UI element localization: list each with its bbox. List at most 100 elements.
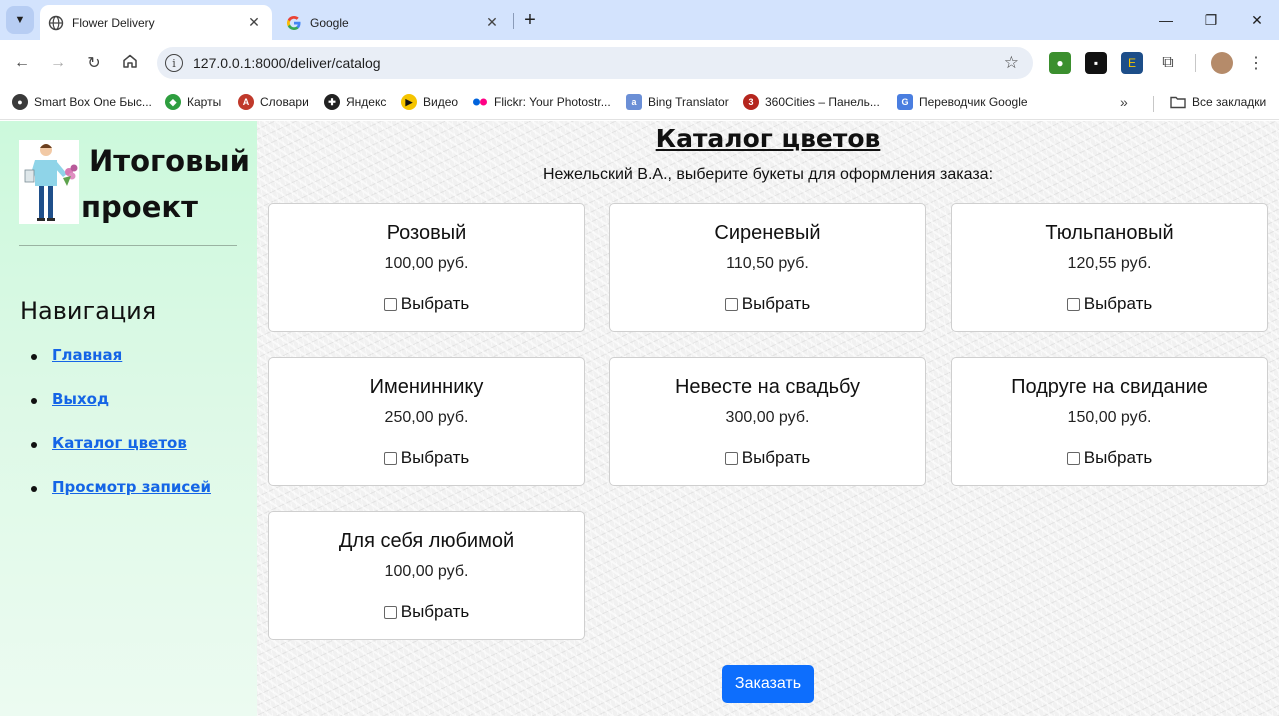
home-button[interactable] — [117, 50, 143, 76]
more-bookmarks-icon[interactable]: » — [1120, 94, 1128, 110]
new-tab-button[interactable]: + — [518, 8, 542, 32]
all-bookmarks[interactable]: Все закладки — [1170, 92, 1266, 112]
reload-button[interactable]: ↻ — [81, 50, 107, 76]
checkbox[interactable] — [724, 297, 738, 311]
bookmark-label: Переводчик Google — [919, 95, 1028, 109]
bookmark-label: Видео — [423, 95, 459, 109]
select-checkbox[interactable]: Выбрать — [269, 294, 584, 314]
select-checkbox[interactable]: Выбрать — [610, 294, 925, 314]
browser-toolbar: ← → ↻ i 127.0.0.1:8000/deliver/catalog ☆… — [0, 40, 1279, 86]
nav-link-catalog[interactable]: Каталог цветов — [52, 434, 187, 452]
sidebar: Итоговый проект Навигация Главная Выход … — [0, 121, 257, 716]
browser-tabstrip: ▼ Flower Delivery ✕ Google ✕ + — ❐ ✕ — [0, 0, 1279, 40]
nav-link-records[interactable]: Просмотр записей — [52, 478, 211, 496]
select-label: Выбрать — [741, 448, 811, 467]
select-checkbox[interactable]: Выбрать — [610, 448, 925, 468]
select-label: Выбрать — [400, 448, 470, 467]
yandex-icon: ✚ — [324, 94, 340, 110]
checkbox[interactable] — [1066, 297, 1080, 311]
bouquet-card: Невесте на свадьбу 300,00 руб. Выбрать — [609, 357, 926, 486]
dictionary-icon: A — [238, 94, 254, 110]
select-label: Выбрать — [1083, 448, 1153, 467]
restore-button[interactable]: ❐ — [1197, 8, 1225, 32]
site-info-icon[interactable]: i — [165, 54, 183, 72]
close-window-button[interactable]: ✕ — [1243, 8, 1271, 32]
bouquet-name: Подруге на свидание — [1011, 376, 1208, 398]
close-icon[interactable]: ✕ — [482, 13, 502, 33]
bookmark-item[interactable]: ● Smart Box One Быс... — [12, 92, 152, 112]
checkbox[interactable] — [1066, 451, 1080, 465]
bookmark-label: Яндекс — [346, 95, 387, 109]
select-label: Выбрать — [400, 602, 470, 621]
bouquet-name: Имениннику — [369, 376, 484, 398]
bookmark-item[interactable]: ◆ Карты — [165, 92, 221, 112]
tab-title: Google — [310, 15, 349, 30]
toolbar-divider — [1195, 54, 1196, 72]
back-button[interactable]: ← — [9, 50, 35, 76]
bookmark-item[interactable]: G Переводчик Google — [897, 92, 1028, 112]
puzzle-icon[interactable]: ⧉ — [1157, 52, 1179, 74]
checkbox[interactable] — [383, 605, 397, 619]
nav-link-logout[interactable]: Выход — [52, 390, 109, 408]
bouquet-card: Для себя любимой 100,00 руб. Выбрать — [268, 511, 585, 640]
bouquet-price: 250,00 руб. — [384, 409, 469, 426]
video-icon: ▶ — [401, 94, 417, 110]
minimize-button[interactable]: — — [1152, 8, 1180, 32]
bullet-icon — [31, 354, 37, 360]
order-button[interactable]: Заказать — [722, 665, 814, 703]
folder-icon — [1170, 95, 1186, 109]
bookmark-item[interactable]: A Словари — [238, 92, 309, 112]
nav-item: Главная — [31, 346, 211, 390]
courier-logo — [19, 140, 79, 224]
more-menu-icon[interactable]: ⋮ — [1245, 52, 1267, 74]
extension-icon[interactable]: E — [1121, 52, 1143, 74]
bookmarks-divider — [1153, 96, 1154, 112]
brand-line: проект — [81, 190, 198, 224]
smartbox-icon: ● — [12, 94, 28, 110]
plus-icon: + — [524, 8, 536, 31]
close-icon[interactable]: ✕ — [244, 13, 264, 33]
address-bar[interactable]: i 127.0.0.1:8000/deliver/catalog ☆ — [157, 47, 1033, 79]
select-checkbox[interactable]: Выбрать — [269, 448, 584, 468]
google-translate-icon: G — [897, 94, 913, 110]
tab-google[interactable]: Google ✕ — [278, 5, 510, 40]
bookmark-item[interactable]: a Bing Translator — [626, 92, 729, 112]
select-checkbox[interactable]: Выбрать — [952, 294, 1267, 314]
bouquet-card: Сиреневый 110,50 руб. Выбрать — [609, 203, 926, 332]
forward-button[interactable]: → — [45, 50, 71, 76]
select-checkbox[interactable]: Выбрать — [269, 602, 584, 622]
bing-translator-icon: a — [626, 94, 642, 110]
bouquet-name: Для себя любимой — [338, 530, 515, 552]
close-icon: ✕ — [1251, 11, 1263, 28]
bookmark-item[interactable]: ✚ Яндекс — [324, 92, 386, 112]
extension-icon[interactable]: ● — [1049, 52, 1071, 74]
bookmark-item[interactable]: 3 360Cities – Панель... — [743, 92, 880, 112]
bookmark-label: Bing Translator — [648, 95, 729, 109]
select-label: Выбрать — [741, 294, 811, 313]
bookmark-star-icon[interactable]: ☆ — [1004, 53, 1019, 73]
bouquet-name: Тюльпановый — [1045, 222, 1174, 244]
checkbox[interactable] — [724, 451, 738, 465]
bouquet-card: Тюльпановый 120,55 руб. Выбрать — [951, 203, 1268, 332]
bouquet-card: Имениннику 250,00 руб. Выбрать — [268, 357, 585, 486]
bullet-icon — [31, 486, 37, 492]
bullet-icon — [31, 442, 37, 448]
checkbox[interactable] — [383, 297, 397, 311]
sidebar-divider — [19, 245, 237, 246]
bookmarks-bar: ● Smart Box One Быс... ◆ Карты A Словари… — [0, 86, 1279, 120]
page-content: Итоговый проект Навигация Главная Выход … — [0, 121, 1279, 716]
tab-search-button[interactable]: ▼ — [6, 6, 34, 34]
bookmark-label: 360Cities – Панель... — [765, 95, 880, 109]
bookmark-label: Flickr: Your Photostr... — [494, 95, 611, 109]
bouquet-price: 120,55 руб. — [1067, 255, 1152, 272]
select-checkbox[interactable]: Выбрать — [952, 448, 1267, 468]
select-label: Выбрать — [400, 294, 470, 313]
checkbox[interactable] — [383, 451, 397, 465]
maps-icon: ◆ — [165, 94, 181, 110]
tab-flower-delivery[interactable]: Flower Delivery ✕ — [40, 5, 272, 40]
extension-icon[interactable]: ▪ — [1085, 52, 1107, 74]
avatar[interactable] — [1211, 52, 1233, 74]
nav-link-home[interactable]: Главная — [52, 346, 122, 364]
bookmark-item[interactable]: Flickr: Your Photostr... — [472, 92, 611, 112]
bookmark-item[interactable]: ▶ Видео — [401, 92, 458, 112]
